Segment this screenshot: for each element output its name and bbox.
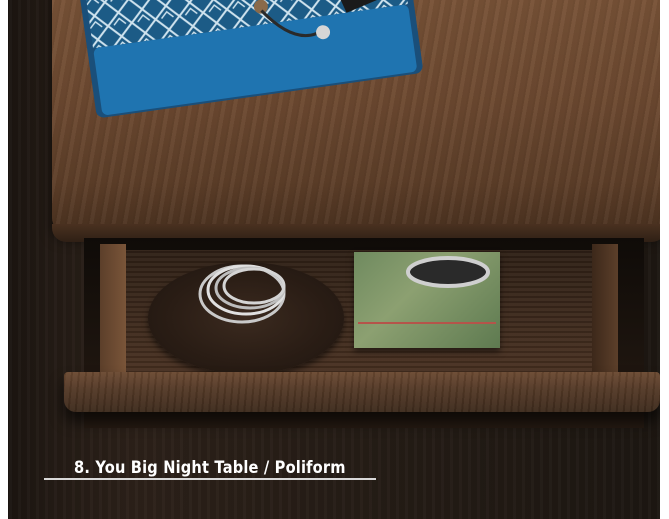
page-margin-left	[0, 0, 8, 519]
drawer-side-left	[100, 244, 126, 384]
caption-underline	[44, 478, 376, 480]
page-margin-right	[660, 0, 669, 519]
drawer-side-right	[592, 244, 618, 384]
bangle-bracelets	[198, 264, 286, 324]
drawer-front	[64, 372, 660, 412]
photo-frame: 8. You Big Night Table / Poliform	[0, 0, 669, 519]
box-red-stripe	[358, 322, 496, 324]
photo-caption: 8. You Big Night Table / Poliform	[74, 458, 346, 478]
silver-bangle	[406, 256, 490, 288]
